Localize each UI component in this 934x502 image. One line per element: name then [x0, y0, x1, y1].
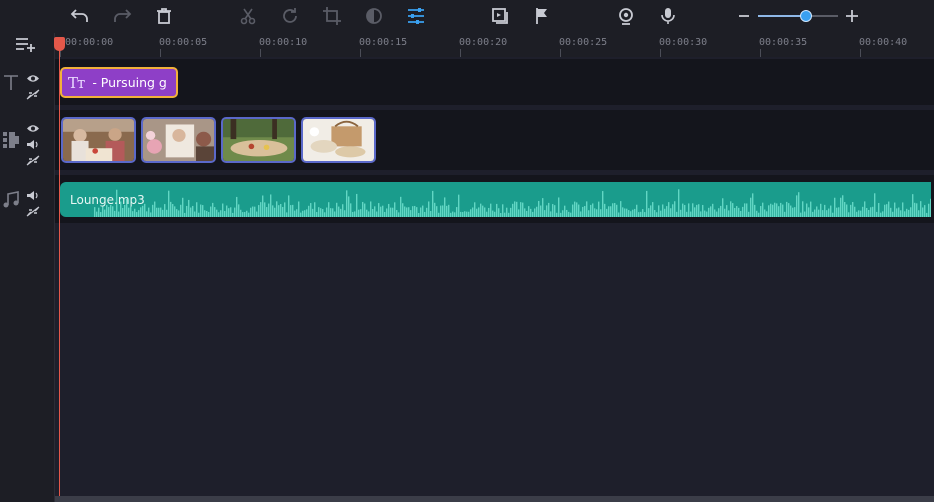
audio-clip[interactable]: Lounge.mp3	[60, 182, 931, 217]
title-clip-text: - Pursuing g	[92, 75, 167, 90]
scissors-icon[interactable]	[236, 4, 260, 28]
track-header-panel	[0, 33, 55, 502]
unlink-icon[interactable]	[26, 85, 40, 100]
webcam-icon[interactable]	[614, 4, 638, 28]
ruler-tick	[460, 49, 461, 57]
audio-waveform	[94, 189, 931, 217]
zoom-slider-fill	[758, 15, 806, 17]
text-icon	[2, 73, 20, 91]
title-clip-icon: Tᴛ	[68, 73, 85, 92]
insert-icon[interactable]	[488, 4, 512, 28]
ruler-tick	[760, 49, 761, 57]
ruler-label: 00:00:30	[659, 37, 708, 48]
ruler-label: 00:00:25	[559, 37, 608, 48]
ruler-tick	[560, 49, 561, 57]
unlink-icon[interactable]	[26, 202, 40, 217]
ruler-tick	[260, 49, 261, 57]
ruler-tick	[660, 49, 661, 57]
speaker-icon[interactable]	[26, 135, 40, 149]
ruler-label: 00:00:00	[65, 37, 114, 48]
speaker-icon[interactable]	[26, 186, 40, 200]
color-adjust-icon[interactable]	[362, 4, 386, 28]
ruler-label: 00:00:10	[259, 37, 308, 48]
trash-icon[interactable]	[152, 4, 176, 28]
rotate-icon[interactable]	[278, 4, 302, 28]
audio-clip-name: Lounge.mp3	[70, 193, 145, 207]
plus-icon[interactable]	[840, 4, 864, 28]
playhead-line	[59, 45, 60, 502]
ruler-tick	[160, 49, 161, 57]
ruler-label: 00:00:20	[459, 37, 508, 48]
ruler-label: 00:00:40	[859, 37, 908, 48]
add-track-icon[interactable]	[15, 36, 37, 54]
timeline-toolbar	[0, 0, 934, 33]
undo-icon[interactable]	[68, 4, 92, 28]
ruler-label: 00:00:35	[759, 37, 808, 48]
minus-icon[interactable]	[732, 4, 756, 28]
ruler-label: 00:00:05	[159, 37, 208, 48]
video-clip-picnic-people[interactable]	[61, 117, 136, 163]
time-ruler[interactable]: 00:00:00 00:00:05 00:00:10 00:00:15 00:0…	[55, 33, 934, 57]
flag-icon[interactable]	[530, 4, 554, 28]
microphone-icon[interactable]	[656, 4, 680, 28]
crop-icon[interactable]	[320, 4, 344, 28]
zoom-slider[interactable]	[758, 10, 838, 22]
playhead-handle[interactable]	[54, 37, 65, 51]
sliders-icon[interactable]	[404, 4, 428, 28]
ruler-label: 00:00:15	[359, 37, 408, 48]
ruler-tick	[360, 49, 361, 57]
horizontal-scrollbar[interactable]	[55, 496, 934, 502]
title-track[interactable]	[55, 59, 934, 105]
eye-icon[interactable]	[26, 119, 40, 132]
zoom-slider-thumb[interactable]	[800, 10, 812, 22]
redo-icon[interactable]	[110, 4, 134, 28]
title-clip[interactable]: Tᴛ - Pursuing g	[60, 67, 178, 98]
unlink-icon[interactable]	[26, 151, 40, 166]
music-note-icon	[2, 191, 20, 209]
video-clip-picnic-flowers[interactable]	[141, 117, 216, 163]
ruler-tick	[860, 49, 861, 57]
video-clip-picnic-park[interactable]	[221, 117, 296, 163]
video-clip-picnic-basket[interactable]	[301, 117, 376, 163]
film-icon	[2, 131, 20, 149]
eye-icon[interactable]	[26, 69, 40, 82]
